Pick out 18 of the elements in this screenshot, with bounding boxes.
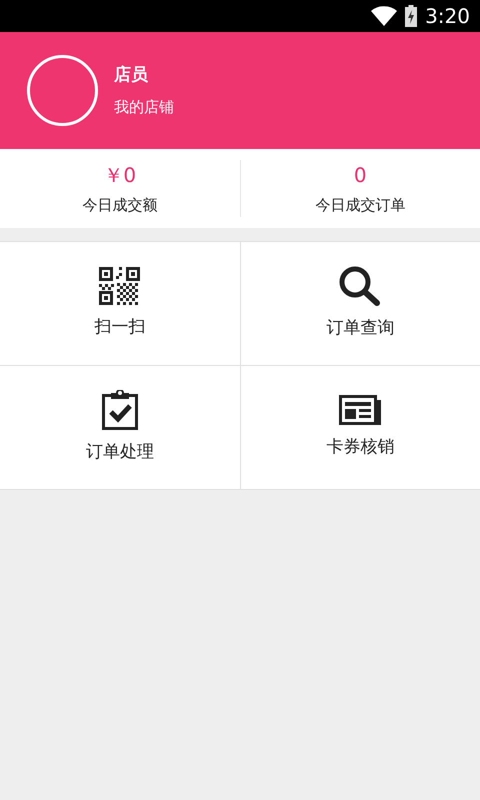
- search-icon: [339, 266, 382, 306]
- stat-label: 今日成交订单: [315, 195, 406, 216]
- menu-tile[interactable]: 订单查询: [240, 242, 480, 365]
- menu-tile[interactable]: 卡券核销: [240, 366, 480, 489]
- avatar-circle: [27, 55, 98, 126]
- shop-name: 我的店铺: [114, 97, 174, 118]
- menu-tile[interactable]: 订单处理: [0, 366, 240, 489]
- qr-code-icon: [99, 266, 140, 305]
- stat-value: ￥0: [103, 162, 136, 190]
- menu-tile[interactable]: 扫一扫: [0, 242, 240, 365]
- newspaper-icon: [339, 394, 382, 425]
- stat-label: 今日成交额: [82, 195, 158, 216]
- clipboard-check-icon: [102, 390, 138, 430]
- battery-icon: [405, 5, 418, 27]
- stat-value: 0: [354, 162, 367, 190]
- user-name: 店员: [114, 64, 149, 86]
- clock-time: 3:20: [425, 3, 470, 30]
- wifi-icon: [371, 6, 398, 26]
